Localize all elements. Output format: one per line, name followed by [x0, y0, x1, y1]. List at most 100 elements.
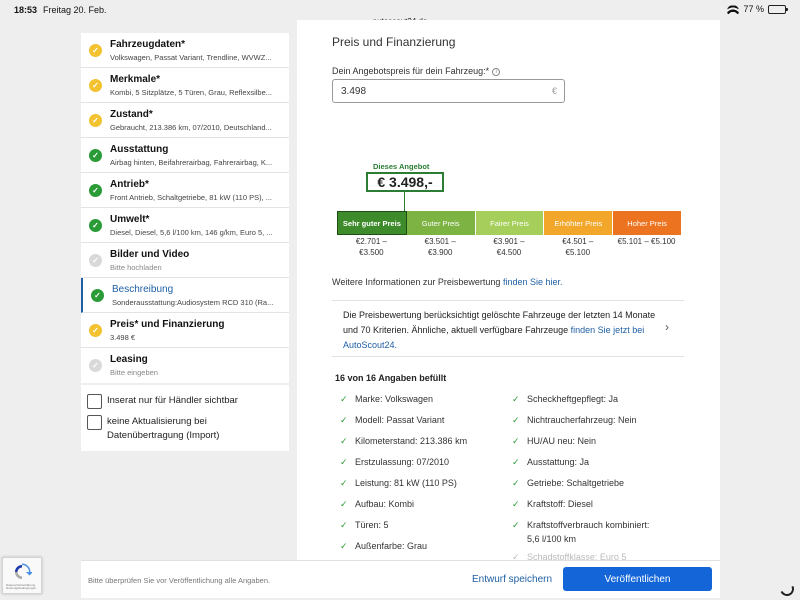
check-icon: ✓	[512, 394, 520, 404]
offer-price-label-text: Dein Angebotspreis für dein Fahrzeug:*	[332, 66, 490, 76]
check-icon: ✓	[512, 478, 520, 488]
check-icon: ✓	[340, 478, 348, 488]
sidebar-item-beschreibung[interactable]: Beschreibung Sonderausstattung:Audiosyst…	[81, 278, 289, 313]
recaptcha-text: Datenschutzerklärung · Nutzungsbedingung…	[6, 583, 38, 590]
battery-percent: 77 %	[743, 4, 764, 14]
sidebar-item-preis-finanzierung[interactable]: Preis* und Finanzierung 3.498 €	[81, 313, 289, 348]
no-import-update-checkbox[interactable]	[87, 415, 102, 430]
step-summary: Bitte hochladen	[110, 263, 162, 272]
range-to: €3.900	[427, 248, 453, 257]
fact-item: ✓ Getriebe: Schaltgetriebe	[512, 477, 649, 498]
check-icon: ✓	[340, 520, 348, 530]
step-title: Preis* und Finanzierung	[110, 319, 225, 330]
info-icon[interactable]: i	[492, 67, 501, 76]
this-offer-label: Dieses Angebot	[373, 162, 430, 171]
fact-text: Scheckheftgepflegt: Ja	[527, 394, 619, 404]
check-circle-icon	[89, 149, 102, 162]
price-section: Preis und Finanzierung Dein Angebotsprei…	[297, 20, 720, 560]
dealer-only-option[interactable]: Inserat nur für Händler sichtbar	[87, 394, 283, 409]
step-summary: Volkswagen, Passat Variant, Trendline, W…	[110, 53, 272, 62]
facts-left-column: ✓ Marke: Volkswagen ✓ Modell: Passat Varia…	[340, 393, 467, 560]
step-title: Zustand*	[110, 109, 153, 120]
sidebar-item-ausstattung[interactable]: Ausstattung Airbag hinten, Beifahrerairb…	[81, 138, 289, 173]
range-from: €3.901 –	[493, 237, 525, 246]
recaptcha-badge[interactable]: Datenschutzerklärung · Nutzungsbedingung…	[2, 557, 42, 594]
check-icon: ✓	[340, 415, 348, 425]
check-circle-icon	[89, 184, 102, 197]
sidebar-item-zustand[interactable]: Zustand* Gebraucht, 213.386 km, 07/2010,…	[81, 103, 289, 138]
fact-item: ✓ Kilometerstand: 213.386 km	[340, 435, 467, 456]
step-title: Ausstattung	[110, 144, 169, 155]
filled-count: 16 von 16 Angaben befüllt	[335, 373, 447, 383]
sidebar-item-leasing[interactable]: Leasing Bitte eingeben	[81, 348, 289, 383]
fact-text: Marke: Volkswagen	[355, 394, 434, 404]
check-circle-icon	[89, 219, 102, 232]
step-title: Antrieb*	[110, 179, 149, 190]
sidebar-item-merkmale[interactable]: Merkmale* Kombi, 5 Sitzplätze, 5 Türen, …	[81, 68, 289, 103]
step-title: Umwelt*	[110, 214, 150, 225]
dealer-only-checkbox[interactable]	[87, 394, 102, 409]
sidebar-item-antrieb[interactable]: Antrieb* Front Antrieb, Schaltgetriebe, …	[81, 173, 289, 208]
visibility-options: Inserat nur für Händler sichtbar keine A…	[81, 385, 289, 451]
fact-item: ✓ Ausstattung: Ja	[512, 456, 649, 477]
fact-text: Kilometerstand: 213.386 km	[355, 436, 468, 446]
rating-note: Die Preisbewertung berücksichtigt gelösc…	[343, 308, 663, 353]
more-info-link[interactable]: finden Sie hier.	[503, 277, 563, 287]
save-draft-button[interactable]: Entwurf speichern	[472, 574, 552, 585]
sidebar-item-bilder-video[interactable]: Bilder und Video Bitte hochladen	[81, 243, 289, 278]
fact-text: Leistung: 81 kW (110 PS)	[355, 478, 457, 488]
fact-text: Erstzulassung: 07/2010	[355, 457, 450, 467]
step-title: Fahrzeugdaten*	[110, 39, 186, 50]
price-range: €5.101 – €5.100	[612, 236, 681, 258]
warning-check-icon	[89, 114, 102, 127]
empty-check-icon	[89, 254, 102, 267]
rating-elevated: Erhöhter Preis	[544, 211, 614, 235]
check-icon: ✓	[340, 499, 348, 509]
check-circle-icon	[91, 289, 104, 302]
review-hint: Bitte überprüfen Sie vor Veröffentlichun…	[88, 576, 271, 585]
range-from: €5.101 – €5.100	[617, 237, 676, 246]
status-date: Freitag 20. Feb.	[43, 5, 107, 15]
fact-item: ✓ Aufbau: Kombi	[340, 498, 467, 519]
fact-item: ✓ Kraftstoff: Diesel	[512, 498, 649, 519]
no-import-update-option[interactable]: keine Aktualisierung bei Datenübertragun…	[87, 415, 283, 443]
rating-very-good: Sehr guter Preis	[337, 211, 407, 235]
range-to: €3.500	[359, 248, 384, 257]
fact-item: ✓ Türen: 5	[340, 519, 467, 540]
fact-text: HU/AU neu: Nein	[527, 436, 597, 446]
fact-text: Außenfarbe: Grau	[355, 541, 428, 551]
fact-item: ✓ Leistung: 81 kW (110 PS)	[340, 477, 467, 498]
step-summary: Sonderausstattung:Audiosystem RCD 310 (R…	[112, 298, 274, 307]
check-icon: ✓	[340, 394, 348, 404]
facts-right-column: ✓ Scheckheftgepflegt: Ja ✓ Nichtraucherfah…	[512, 393, 649, 560]
publish-button[interactable]: Veröffentlichen	[563, 567, 712, 591]
fact-text: Schadstoffklasse: Euro 5	[527, 552, 627, 560]
fact-text: Kraftstoffverbrauch kombiniert:	[527, 520, 650, 530]
check-icon: ✓	[512, 457, 520, 467]
fact-item: ✓ HU/AU neu: Nein	[512, 435, 649, 456]
divider	[332, 300, 684, 301]
more-info-text: Weitere Informationen zur Preisbewertung…	[332, 277, 562, 287]
fact-text: 5,6 l/100 km	[527, 534, 577, 544]
no-import-update-label: keine Aktualisierung bei Datenübertragun…	[107, 416, 220, 441]
status-bar: 18:53 Freitag 20. Feb. autoscout24.de 77…	[0, 0, 800, 26]
sidebar-item-fahrzeugdaten[interactable]: Fahrzeugdaten* Volkswagen, Passat Varian…	[81, 33, 289, 68]
sidebar-item-umwelt[interactable]: Umwelt* Diesel, Diesel, 5,6 l/100 km, 14…	[81, 208, 289, 243]
offer-price-label: Dein Angebotspreis für dein Fahrzeug:* i	[332, 66, 501, 76]
check-icon: ✓	[512, 499, 520, 509]
step-summary: 3.498 €	[110, 333, 136, 342]
warning-check-icon	[89, 79, 102, 92]
chevron-right-icon[interactable]: ›	[665, 320, 669, 334]
fact-item-continued: 5,6 l/100 km	[512, 533, 649, 551]
step-summary: Bitte eingeben	[110, 368, 158, 377]
step-summary: Diesel, Diesel, 5,6 l/100 km, 146 g/km, …	[110, 228, 273, 237]
fact-item: ✓ Nichtraucherfahrzeug: Nein	[512, 414, 649, 435]
price-input[interactable]	[332, 79, 565, 103]
status-time: 18:53	[14, 5, 38, 15]
fact-text: Getriebe: Schaltgetriebe	[527, 478, 625, 488]
loading-spinner-icon	[778, 580, 796, 598]
range-from: €4.501 –	[562, 237, 594, 246]
fact-item: ✓ Schadstoffklasse: Euro 5	[512, 551, 649, 560]
fact-item: ✓ Außenfarbe: Grau	[340, 540, 467, 560]
range-from: €3.501 –	[424, 237, 456, 246]
